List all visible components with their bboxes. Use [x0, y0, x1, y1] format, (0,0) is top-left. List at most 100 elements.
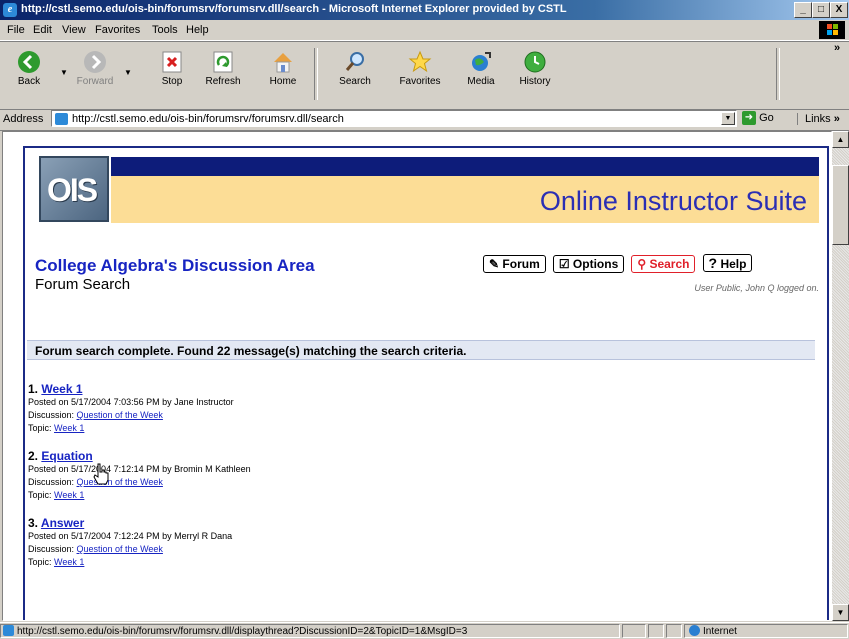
toolbar-separator: [776, 48, 780, 100]
result-discussion: Discussion: Question of the Week: [28, 409, 808, 422]
forum-button-label: Forum: [502, 257, 540, 271]
scroll-down-button[interactable]: ▼: [832, 604, 849, 621]
search-summary: Forum search complete. Found 22 message(…: [27, 340, 815, 360]
back-button[interactable]: Back: [4, 46, 54, 87]
result-title-link[interactable]: Answer: [41, 516, 84, 530]
status-text-pane: http://cstl.semo.edu/ois-bin/forumsrv/fo…: [0, 624, 620, 638]
go-arrow-icon: ➜: [742, 111, 756, 125]
address-url: http://cstl.semo.edu/ois-bin/forumsrv/fo…: [72, 113, 344, 125]
status-pane: [622, 624, 646, 638]
maximize-button[interactable]: □: [812, 2, 830, 18]
status-pane: [648, 624, 664, 638]
links-overflow-icon: »: [833, 113, 840, 125]
ie-icon: e: [3, 3, 17, 17]
stop-label: Stop: [161, 76, 183, 87]
links-button[interactable]: Links »: [797, 113, 840, 125]
discussion-link[interactable]: Question of the Week: [77, 477, 163, 487]
result-item: 1. Week 1 Posted on 5/17/2004 7:03:56 PM…: [28, 382, 808, 435]
search-nav-label: Search: [649, 257, 690, 271]
result-discussion: Discussion: Question of the Week: [28, 476, 808, 489]
forward-label: Forward: [76, 76, 114, 87]
forward-arrow-icon: [84, 51, 106, 73]
refresh-icon: [213, 51, 233, 73]
address-dropdown-icon[interactable]: ▼: [721, 112, 735, 125]
address-input[interactable]: http://cstl.semo.edu/ois-bin/forumsrv/fo…: [51, 110, 737, 127]
favorites-label: Favorites: [399, 76, 441, 87]
help-button[interactable]: ? Help: [702, 254, 753, 272]
scroll-thumb[interactable]: [832, 165, 849, 245]
toolbar-overflow-button[interactable]: »: [834, 42, 840, 54]
home-icon: [274, 53, 292, 73]
scroll-up-button[interactable]: ▲: [832, 131, 849, 148]
topic-link[interactable]: Week 1: [54, 490, 84, 500]
history-label: History: [519, 76, 551, 87]
question-icon: ?: [708, 255, 718, 271]
back-arrow-icon: [18, 51, 40, 73]
hand-cursor-icon: [93, 463, 109, 485]
result-number: 1.: [28, 382, 39, 396]
menu-tools[interactable]: Tools: [152, 24, 178, 36]
result-topic: Topic: Week 1: [28, 422, 808, 435]
logo-text: OIS: [47, 172, 98, 208]
result-title-link[interactable]: Equation: [41, 449, 92, 463]
stop-button[interactable]: Stop: [147, 46, 197, 87]
minimize-button[interactable]: _: [794, 2, 812, 18]
topic-label: Topic:: [28, 490, 52, 500]
result-topic: Topic: Week 1: [28, 489, 808, 502]
options-button[interactable]: ☑ Options: [552, 255, 625, 273]
home-button[interactable]: Home: [258, 46, 308, 87]
result-posted: Posted on 5/17/2004 7:12:24 PM by Merryl…: [28, 531, 233, 541]
media-label: Media: [467, 76, 495, 87]
title-bar: e http://cstl.semo.edu/ois-bin/forumsrv/…: [0, 0, 849, 20]
favorites-button[interactable]: Favorites: [395, 46, 445, 87]
result-title-link[interactable]: Week 1: [41, 382, 82, 396]
checkbox-icon: ☑: [558, 257, 570, 271]
page-title: Forum Search: [35, 276, 131, 293]
status-text: http://cstl.semo.edu/ois-bin/forumsrv/fo…: [17, 626, 468, 637]
banner: Online Instructor Suite: [111, 176, 819, 223]
status-zone: Internet: [703, 626, 737, 637]
result-posted: Posted on 5/17/2004 7:12:14 PM by Bromin…: [28, 464, 251, 474]
vertical-scrollbar[interactable]: ▲ ▼: [832, 131, 849, 621]
menu-view[interactable]: View: [62, 24, 86, 36]
back-dropdown-icon[interactable]: ▼: [60, 68, 68, 77]
forward-dropdown-icon[interactable]: ▼: [124, 68, 132, 77]
go-button[interactable]: ➜ Go: [742, 111, 774, 125]
forum-button[interactable]: ✎ Forum: [483, 255, 546, 273]
page-viewport: OIS Online Instructor Suite College Alge…: [2, 131, 832, 621]
help-button-label: Help: [720, 257, 747, 271]
windows-logo-icon: [819, 21, 845, 39]
result-item: 3. Answer Posted on 5/17/2004 7:12:24 PM…: [28, 516, 808, 569]
topic-link[interactable]: Week 1: [54, 557, 84, 567]
window-title: http://cstl.semo.edu/ois-bin/forumsrv/fo…: [21, 3, 567, 15]
page-favicon-icon: [55, 113, 68, 125]
discussion-link[interactable]: Question of the Week: [77, 544, 163, 554]
refresh-label: Refresh: [205, 76, 241, 87]
forward-button[interactable]: Forward: [70, 46, 120, 87]
discussion-link[interactable]: Question of the Week: [77, 410, 163, 420]
internet-globe-icon: [689, 625, 700, 636]
favorites-star-icon: [408, 50, 432, 73]
result-heading: 1. Week 1: [28, 382, 808, 396]
topic-label: Topic:: [28, 557, 52, 567]
result-number: 3.: [28, 516, 39, 530]
topic-label: Topic:: [28, 423, 52, 433]
result-heading: 3. Answer: [28, 516, 808, 530]
search-button[interactable]: Search: [330, 46, 380, 87]
topic-link[interactable]: Week 1: [54, 423, 84, 433]
menu-help[interactable]: Help: [186, 24, 209, 36]
search-label: Search: [339, 76, 371, 87]
result-item: 2. Equation Posted on 5/17/2004 7:12:14 …: [28, 449, 808, 502]
status-bar: http://cstl.semo.edu/ois-bin/forumsrv/fo…: [0, 622, 849, 639]
history-button[interactable]: History: [510, 46, 560, 87]
menu-favorites[interactable]: Favorites: [95, 24, 140, 36]
media-button[interactable]: Media: [456, 46, 506, 87]
go-label: Go: [759, 111, 774, 124]
banner-dark-strip: [111, 157, 819, 176]
refresh-button[interactable]: Refresh: [198, 46, 248, 87]
search-nav-button[interactable]: ⚲ Search: [631, 255, 696, 273]
result-topic: Topic: Week 1: [28, 556, 808, 569]
menu-file[interactable]: File: [7, 24, 25, 36]
menu-edit[interactable]: Edit: [33, 24, 52, 36]
close-button[interactable]: X: [830, 2, 848, 18]
